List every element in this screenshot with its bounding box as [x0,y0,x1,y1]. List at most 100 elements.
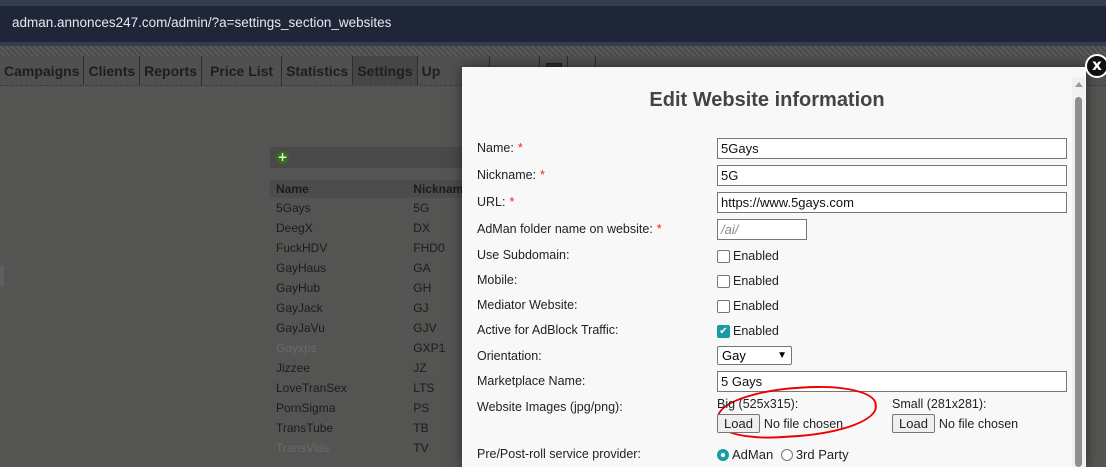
nav-clients[interactable]: Clients [84,56,141,85]
preroll-row: Pre/Post-roll service provider: AdMan 3r… [477,444,1067,466]
small-file-status: No file chosen [938,417,1019,431]
col-name[interactable]: Name [270,180,414,198]
mediator-label: Mediator Website: [477,298,578,312]
big-image-field: Big (525x315): Load No file chosen [717,397,843,433]
table-row[interactable]: GayJaVu GJV [270,318,470,338]
cell-name: DeegX [276,221,313,235]
table-row[interactable]: 5Gays 5G [270,198,470,218]
checkbox-box[interactable] [717,249,730,263]
checkbox-label: Enabled [733,249,779,263]
nav-reports[interactable]: Reports [140,56,203,85]
adblock-row: Active for AdBlock Traffic: ✔ Enabled [477,320,1067,342]
radio-adman[interactable] [717,449,729,461]
side-panel-edge [0,265,4,287]
name-label: Name: [477,141,514,155]
required-mark: * [656,222,662,236]
nav-price-list[interactable]: Price List [202,56,283,85]
orientation-select[interactable]: Gay ▼ [717,346,792,365]
orientation-value: Gay [722,348,746,363]
orientation-label: Orientation: [477,349,542,363]
big-file-status: No file chosen [763,417,844,431]
url-input[interactable]: https://www.5gays.com [717,192,1067,213]
radio-3rd-party[interactable] [780,449,793,461]
checkbox-label: Enabled [733,274,779,288]
scrollbar[interactable] [1072,77,1085,467]
cell-name: GayHaus [276,261,327,275]
nickname-row: Nickname: * 5G [477,165,1067,187]
nickname-label: Nickname: [477,168,537,182]
required-mark: * [517,141,523,155]
checkbox-box[interactable] [717,299,730,313]
name-row: Name: * 5Gays [477,138,1067,160]
nav-settings[interactable]: Settings [353,56,418,85]
adblock-checkbox[interactable]: ✔ Enabled [717,324,779,338]
big-load-button[interactable]: Load [717,414,760,433]
table-toolbar: + [270,147,470,168]
nav-campaigns[interactable]: Campaigns [0,56,85,85]
cell-name: Jizzee [276,361,311,375]
mobile-row: Mobile: Enabled [477,270,1067,292]
checkbox-box[interactable] [717,274,730,288]
table-row[interactable]: GayJack GJ [270,298,470,318]
folder-label: AdMan folder name on website: [477,222,653,236]
required-mark: * [509,195,515,209]
chevron-down-icon: ▼ [777,350,787,361]
adblock-label: Active for AdBlock Traffic: [477,323,619,337]
nickname-input[interactable]: 5G [717,165,1067,186]
subdomain-label: Use Subdomain: [477,248,570,262]
table-row[interactable]: GayHub GH [270,278,470,298]
cell-name: PornSigma [276,401,336,415]
mobile-checkbox[interactable]: Enabled [717,274,779,288]
name-input[interactable]: 5Gays [717,138,1067,159]
orientation-row: Orientation: Gay ▼ [477,346,1067,368]
folder-input[interactable]: /ai/ [717,219,807,240]
cell-name: GayJaVu [276,321,325,335]
cell-name: GayJack [276,301,323,315]
table-row[interactable]: TransTube TB [270,418,470,438]
edit-website-modal: Edit Website information Name: * 5Gays Nic… [462,67,1086,467]
url-row: URL: * https://www.5gays.com [477,192,1067,214]
table-row[interactable]: TransVids TV [270,438,470,458]
table-row[interactable]: Gayxps GXP1 [270,338,470,358]
nav-statistics[interactable]: Statistics [282,56,354,85]
table-row[interactable]: GayHaus GA [270,258,470,278]
cell-name: TransVids [276,441,330,455]
small-load-button[interactable]: Load [892,414,935,433]
table-row[interactable]: FuckHDV FHD0 [270,238,470,258]
checkbox-label: Enabled [733,324,779,338]
preroll-options: AdMan 3rd Party [717,447,849,462]
folder-row: AdMan folder name on website: * /ai/ [477,219,1067,241]
header-pattern [0,46,1106,56]
subdomain-checkbox[interactable]: Enabled [717,249,779,263]
modal-title: Edit Website information [649,89,885,111]
cell-name: 5Gays [276,201,311,215]
close-modal-button[interactable]: x [1085,54,1106,78]
url-label: URL: [477,195,506,209]
checkbox-label: Enabled [733,299,779,313]
scroll-up-icon[interactable] [1075,82,1083,87]
cell-name: FuckHDV [276,241,328,255]
address-bar[interactable]: adman.annonces247.com/admin/?a=settings_… [0,0,1106,46]
table-row[interactable]: PornSigma PS [270,398,470,418]
add-icon[interactable]: + [276,151,289,164]
subdomain-row: Use Subdomain: Enabled [477,245,1067,267]
radio-adman-label: AdMan [732,447,774,462]
small-image-label: Small (281x281): [892,397,987,411]
mediator-row: Mediator Website: Enabled [477,295,1067,317]
cell-name: LoveTranSex [276,381,347,395]
marketplace-input[interactable]: 5 Gays [717,371,1067,392]
preroll-label: Pre/Post-roll service provider: [477,447,641,461]
mediator-checkbox[interactable]: Enabled [717,299,779,313]
scroll-thumb[interactable] [1075,97,1082,467]
big-image-label: Big (525x315): [717,397,799,411]
cell-name: TransTube [276,421,334,435]
marketplace-label: Marketplace Name: [477,374,586,388]
checkmark-icon[interactable]: ✔ [717,324,730,338]
required-mark: * [540,168,545,182]
table-row[interactable]: LoveTranSex LTS [270,378,470,398]
radio-3rd-party-label: 3rd Party [795,447,849,462]
table-row[interactable]: DeegX DX [270,218,470,238]
images-label: Website Images (jpg/png): [477,400,623,414]
cell-name: Gayxps [276,341,317,355]
table-row[interactable]: Jizzee JZ [270,358,470,378]
